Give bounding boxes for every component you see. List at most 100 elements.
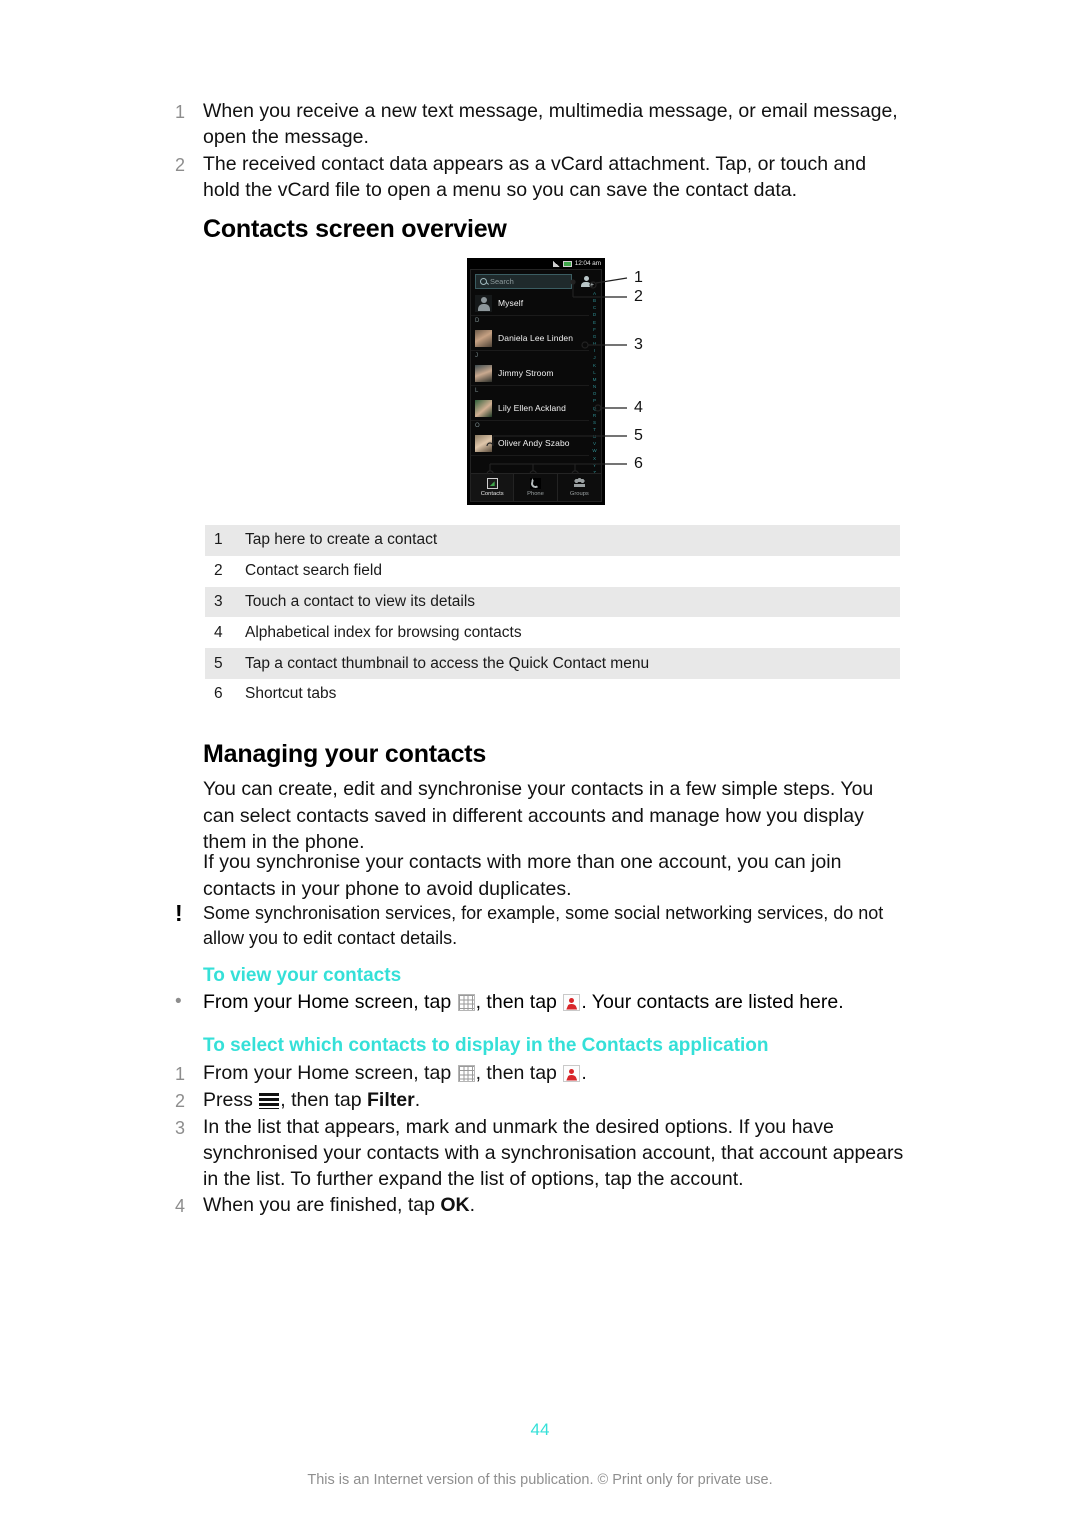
search-input[interactable]: Search [475,274,572,289]
phone-tab-icon [529,478,541,490]
avatar[interactable] [475,399,492,417]
callout-description-table: 1 Tap here to create a contact 2 Contact… [205,525,900,710]
callout-number-3: 3 [634,336,643,353]
list-item[interactable]: Daniela Lee Linden [471,326,589,351]
alpha-index-letter[interactable]: Y [593,463,596,469]
groups-tab-icon [573,478,585,490]
alpha-index-letter[interactable]: C [593,306,596,311]
alpha-index-letter[interactable]: S [593,420,596,426]
alpha-index-letter[interactable]: O [593,391,597,397]
step-text-part3: . [581,1062,587,1084]
add-contact-icon[interactable]: + [580,275,594,289]
phone-status-bar: 12:04 am [467,258,605,269]
table-row: 2 Contact search field [205,556,900,587]
paragraph-join-contacts: If you synchronise your contacts with mo… [203,851,842,900]
list-item: 1 When you receive a new text message, m… [175,98,905,150]
step-text: When you are finished, tap OK. [203,1192,905,1218]
step-number: 2 [175,155,186,175]
hamburger-menu-icon [259,1093,280,1109]
step-text-part2: . [469,1194,476,1216]
document-page: 1 When you receive a new text message, m… [0,0,1080,1527]
avatar[interactable] [475,329,492,347]
search-icon [480,278,487,285]
callout-number-5: 5 [634,427,643,444]
alpha-index-letter[interactable]: J [593,356,595,361]
phone-screen: Search + Myself D Daniela Lee Linden J J… [470,269,602,502]
alpha-index-letter[interactable]: M [593,377,597,383]
list-item[interactable]: Oliver Andy Szabo [471,431,589,456]
alpha-index-letter[interactable]: A [593,291,596,297]
alpha-index-letter[interactable]: D [593,313,596,318]
alpha-index-letter[interactable]: F [593,327,596,333]
contact-name: Lily Ellen Ackland [498,403,566,413]
app-grid-icon [457,1065,475,1082]
shortcut-tab-bar: Contacts Phone Groups [471,473,601,501]
row-text: Alphabetical index for browsing contacts [245,623,522,641]
contact-name: Jimmy Stroom [498,368,554,378]
step-number: 2 [175,1091,186,1111]
step-text: When you receive a new text message, mul… [203,100,898,148]
alpha-index-letter[interactable]: B [593,298,596,304]
step-text-part1: From your Home screen, tap [203,991,457,1013]
tab-label: Phone [527,490,544,497]
alpha-index-letter[interactable]: W [592,449,596,454]
alpha-index-letter[interactable]: N [593,384,596,390]
step-number: 1 [175,102,186,122]
group-header: D [475,318,480,324]
app-grid-icon [457,994,475,1011]
row-text: Shortcut tabs [245,685,337,703]
alpha-index-letter[interactable]: R [593,413,596,419]
row-number: 6 [214,685,223,703]
step-text: From your Home screen, tap , then tap . … [203,989,844,1015]
alpha-index-letter[interactable]: E [593,320,596,326]
alpha-index-letter[interactable]: H [593,341,596,347]
tab-contacts[interactable]: Contacts [471,474,515,501]
avatar[interactable] [475,434,492,452]
callout-number-1: 1 [634,269,643,286]
alpha-index-letter[interactable]: G [593,334,597,340]
step-text-part1: When you are finished, tap [203,1194,441,1216]
alpha-index-letter[interactable]: Q [593,406,597,412]
row-text: Tap a contact thumbnail to access the Qu… [245,654,650,672]
tab-phone[interactable]: Phone [514,474,558,501]
step-number: 1 [175,1064,186,1084]
step-text: Press , then tap Filter. [203,1087,905,1113]
callout-number-4: 4 [634,399,643,416]
avatar[interactable] [475,364,492,382]
tab-groups[interactable]: Groups [558,474,601,501]
list-item: 1 From your Home screen, tap , then tap … [175,1060,905,1087]
alpha-index-letter[interactable]: X [593,456,596,462]
signal-bars-icon [552,260,560,267]
alpha-index-letter[interactable]: V [593,441,596,447]
list-item: 2 Press , then tap Filter. [175,1087,905,1114]
row-number: 3 [214,592,223,610]
contact-name: Daniela Lee Linden [498,333,574,343]
list-item[interactable]: Jimmy Stroom [471,361,589,386]
list-item[interactable]: Lily Ellen Ackland [471,396,589,421]
alphabetical-index[interactable]: ABCDEFGHIJKLMNOPQRSTUVWXYZ# [589,291,600,484]
filter-label: Filter [367,1089,415,1111]
step-text: In the list that appears, mark and unmar… [203,1116,904,1190]
tab-label: Groups [569,490,589,497]
alpha-index-letter[interactable]: I [594,348,595,354]
alpha-index-letter[interactable]: T [593,427,596,433]
table-row: 4 Alphabetical index for browsing contac… [205,617,900,648]
footer-notice: This is an Internet version of this publ… [307,1472,773,1488]
phone-screenshot-figure: 12:04 am Search + Myself D Daniela Lee L… [467,258,605,505]
page-title-managing-your-contacts: Managing your contacts [203,740,487,768]
exclamation-icon: ! [175,900,183,926]
alpha-index-letter[interactable]: L [593,370,596,376]
alpha-index-letter[interactable]: K [593,363,596,369]
contact-list[interactable]: Myself D Daniela Lee Linden J Jimmy Stro… [471,291,589,456]
step-text-part1: Press [203,1089,259,1111]
view-contacts-steps: • From your Home screen, tap , then tap … [175,989,905,1015]
row-number: 4 [214,623,223,641]
note-block: ! Some synchronisation services, for exa… [175,901,905,951]
list-item[interactable]: Myself [471,291,589,316]
step-number: 4 [175,1196,186,1216]
alpha-index-letter[interactable]: P [593,399,596,404]
alpha-index-letter[interactable]: U [593,434,596,440]
page-title-contacts-screen-overview: Contacts screen overview [203,215,507,243]
row-number: 1 [214,531,223,549]
avatar[interactable] [475,294,492,312]
